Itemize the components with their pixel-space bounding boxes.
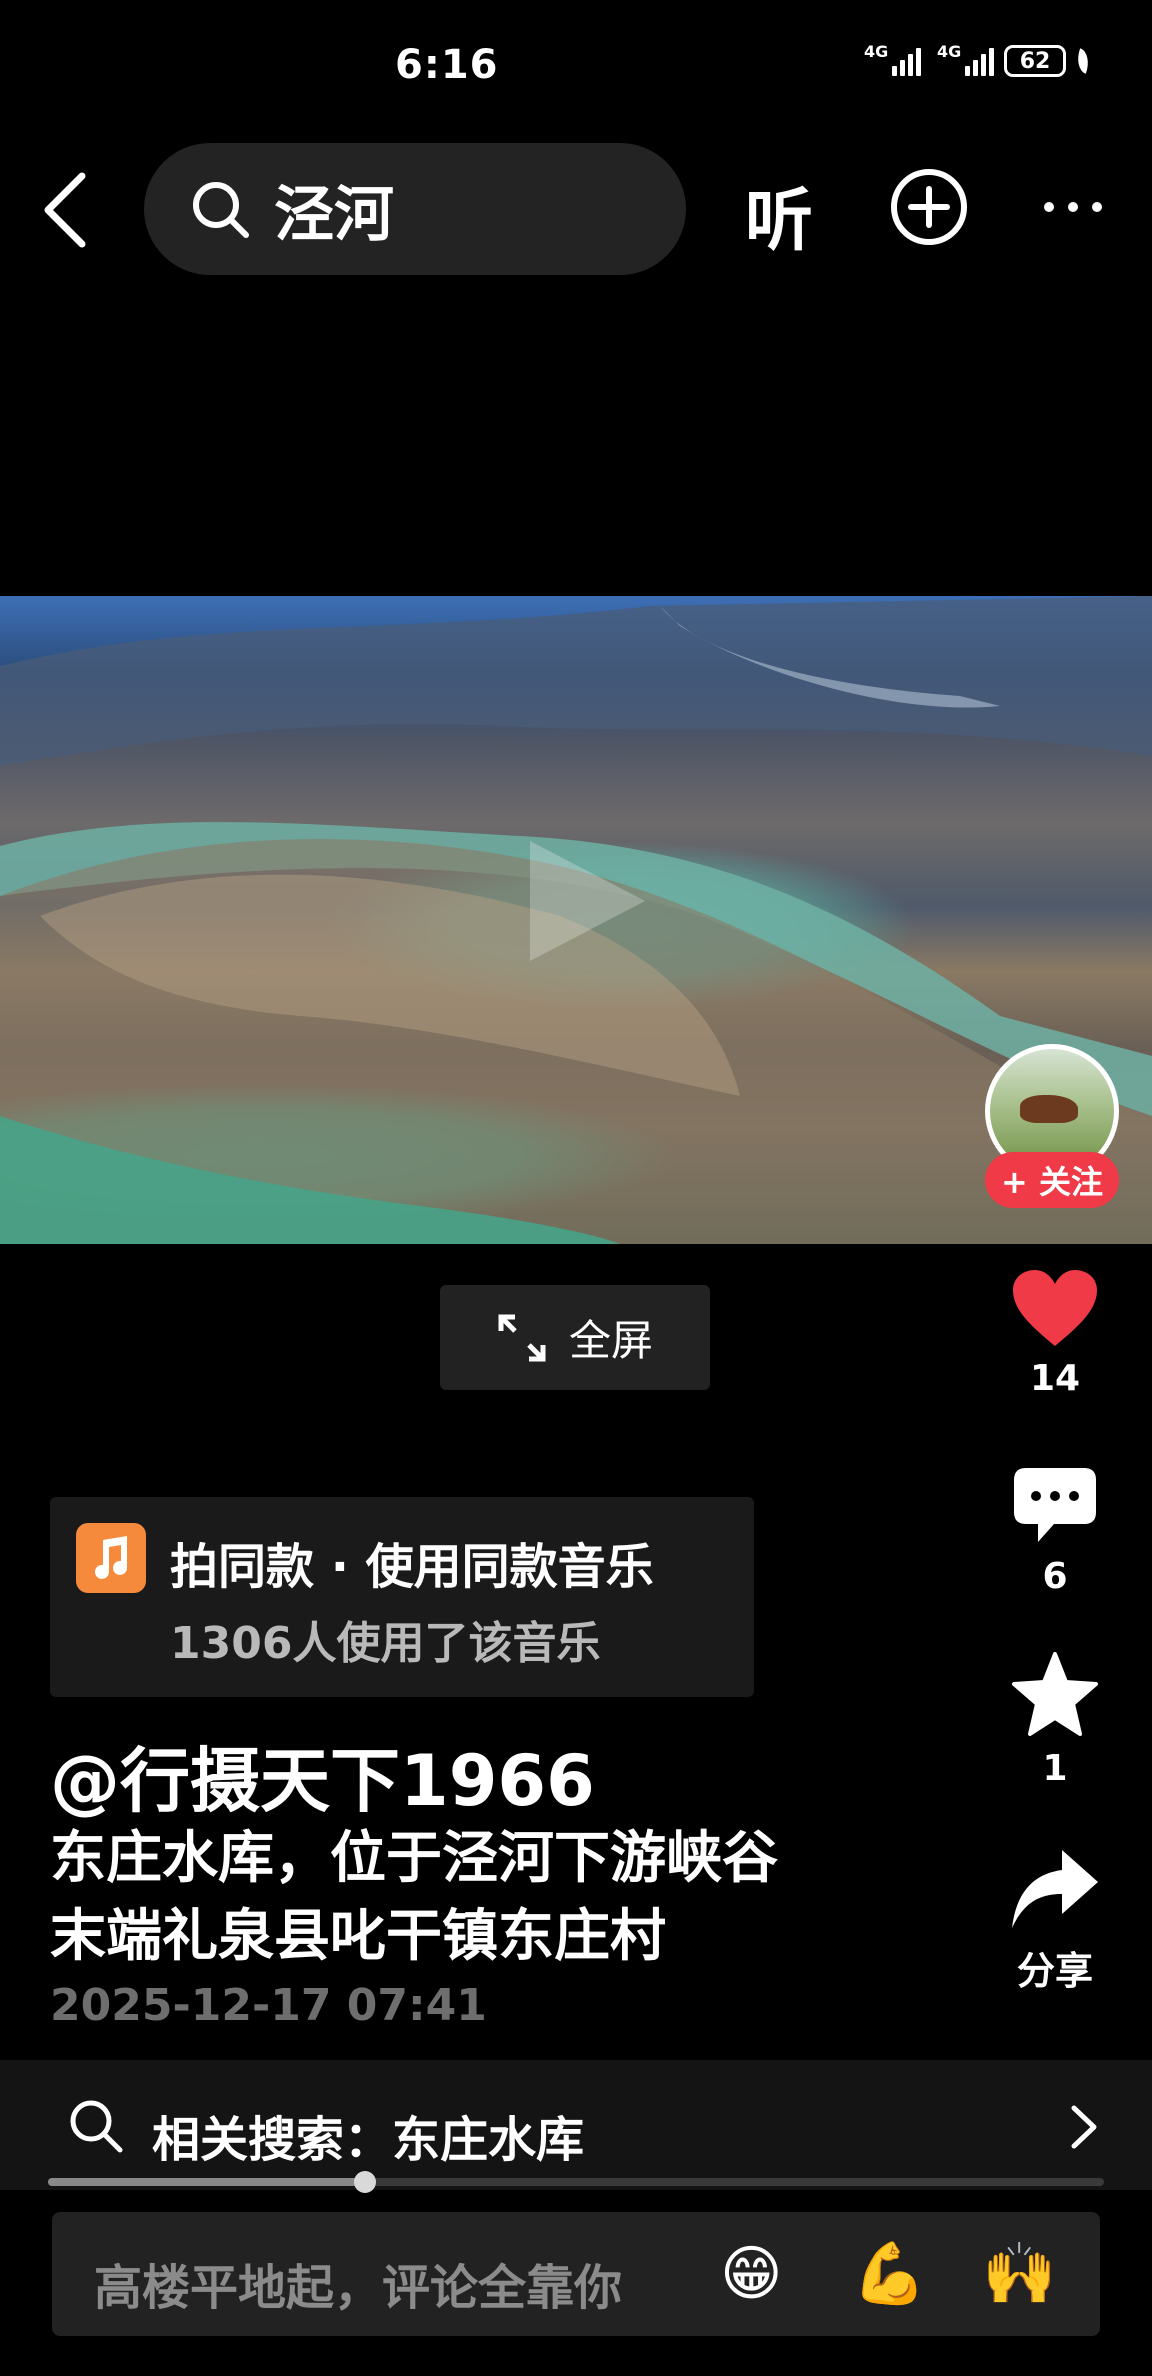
progress-fill — [48, 2178, 365, 2186]
comment-placeholder: 高楼平地起，评论全靠你 — [94, 2260, 623, 2316]
listen-button[interactable]: 听 — [745, 165, 813, 264]
progress-knob[interactable] — [353, 2171, 376, 2193]
music-title: 拍同款 · 使用同款音乐 — [170, 1539, 654, 1595]
search-icon — [193, 182, 249, 238]
video-player[interactable] — [0, 596, 1152, 1244]
comment-input[interactable]: 高楼平地起，评论全靠你 😁 💪 🙌 — [52, 2212, 1100, 2336]
playback-progress-bar[interactable] — [48, 2171, 1104, 2193]
grinning-emoji-button[interactable]: 😁 — [720, 2240, 783, 2308]
related-search-label: 相关搜索：东庄水库 — [152, 2100, 584, 2170]
flexed-biceps-emoji-button[interactable]: 💪 — [852, 2240, 927, 2308]
signal-2-label: 4G — [937, 42, 962, 61]
fullscreen-button[interactable]: 全屏 — [440, 1285, 710, 1390]
comment-bubble-icon — [1014, 1468, 1096, 1542]
like-button[interactable]: 14 — [1000, 1268, 1110, 1399]
share-arrow-icon — [1012, 1850, 1098, 1928]
cellular-signal-icon: 4G — [864, 42, 921, 76]
play-icon[interactable] — [520, 836, 650, 966]
battery-saver-leaf-icon — [1072, 48, 1094, 74]
comment-button[interactable]: 6 — [1000, 1466, 1110, 1597]
use-same-music-card[interactable]: 拍同款 · 使用同款音乐 1306人使用了该音乐 — [50, 1497, 754, 1697]
status-time: 6:16 — [395, 42, 499, 88]
post-description: 东庄水库，位于泾河下游峡谷 末端礼泉县叱干镇东庄村 — [50, 1820, 930, 1976]
related-search-term: 东庄水库 — [392, 2112, 585, 2168]
music-note-icon — [76, 1523, 146, 1593]
related-search-prefix: 相关搜索： — [152, 2112, 393, 2168]
share-label: 分享 — [1016, 1949, 1093, 1993]
signal-1-label: 4G — [864, 42, 889, 61]
fullscreen-label: 全屏 — [568, 1316, 653, 1365]
search-icon — [70, 2100, 123, 2153]
description-line-1: 东庄水库，位于泾河下游峡谷 — [50, 1826, 778, 1891]
like-count: 14 — [1029, 1358, 1081, 1399]
battery-icon: 62 — [1004, 45, 1066, 77]
search-bar[interactable]: 泾河 — [144, 143, 686, 275]
post-date: 2025-12-17 07:41 — [50, 1980, 487, 2031]
chevron-right-icon — [1071, 2105, 1097, 2149]
share-button[interactable]: 分享 — [1000, 1848, 1110, 1995]
cellular-signal-2-icon: 4G — [937, 42, 994, 76]
description-line-2: 末端礼泉县叱干镇东庄村 — [50, 1904, 666, 1969]
expand-icon — [498, 1314, 546, 1361]
more-options-icon[interactable] — [1042, 200, 1104, 214]
favorite-button[interactable]: 1 — [1000, 1652, 1110, 1789]
music-usage-count: 1306人使用了该音乐 — [170, 1618, 601, 1669]
follow-button[interactable]: + 关注 — [985, 1152, 1119, 1208]
status-indicators: 4G 4G 62 — [864, 42, 1094, 77]
star-icon — [1012, 1652, 1098, 1736]
raising-hands-emoji-button[interactable]: 🙌 — [982, 2240, 1057, 2308]
author-name[interactable]: @行摄天下1966 — [50, 1725, 595, 1826]
comment-count: 6 — [1042, 1556, 1068, 1597]
search-query: 泾河 — [274, 179, 394, 250]
avatar-horse-image — [1020, 1095, 1078, 1123]
favorite-count: 1 — [1042, 1748, 1068, 1789]
heart-icon — [1013, 1270, 1097, 1346]
back-arrow-icon[interactable] — [38, 170, 98, 250]
related-search-bar[interactable]: 相关搜索：东庄水库 — [0, 2060, 1152, 2190]
add-circle-icon[interactable] — [889, 167, 969, 247]
